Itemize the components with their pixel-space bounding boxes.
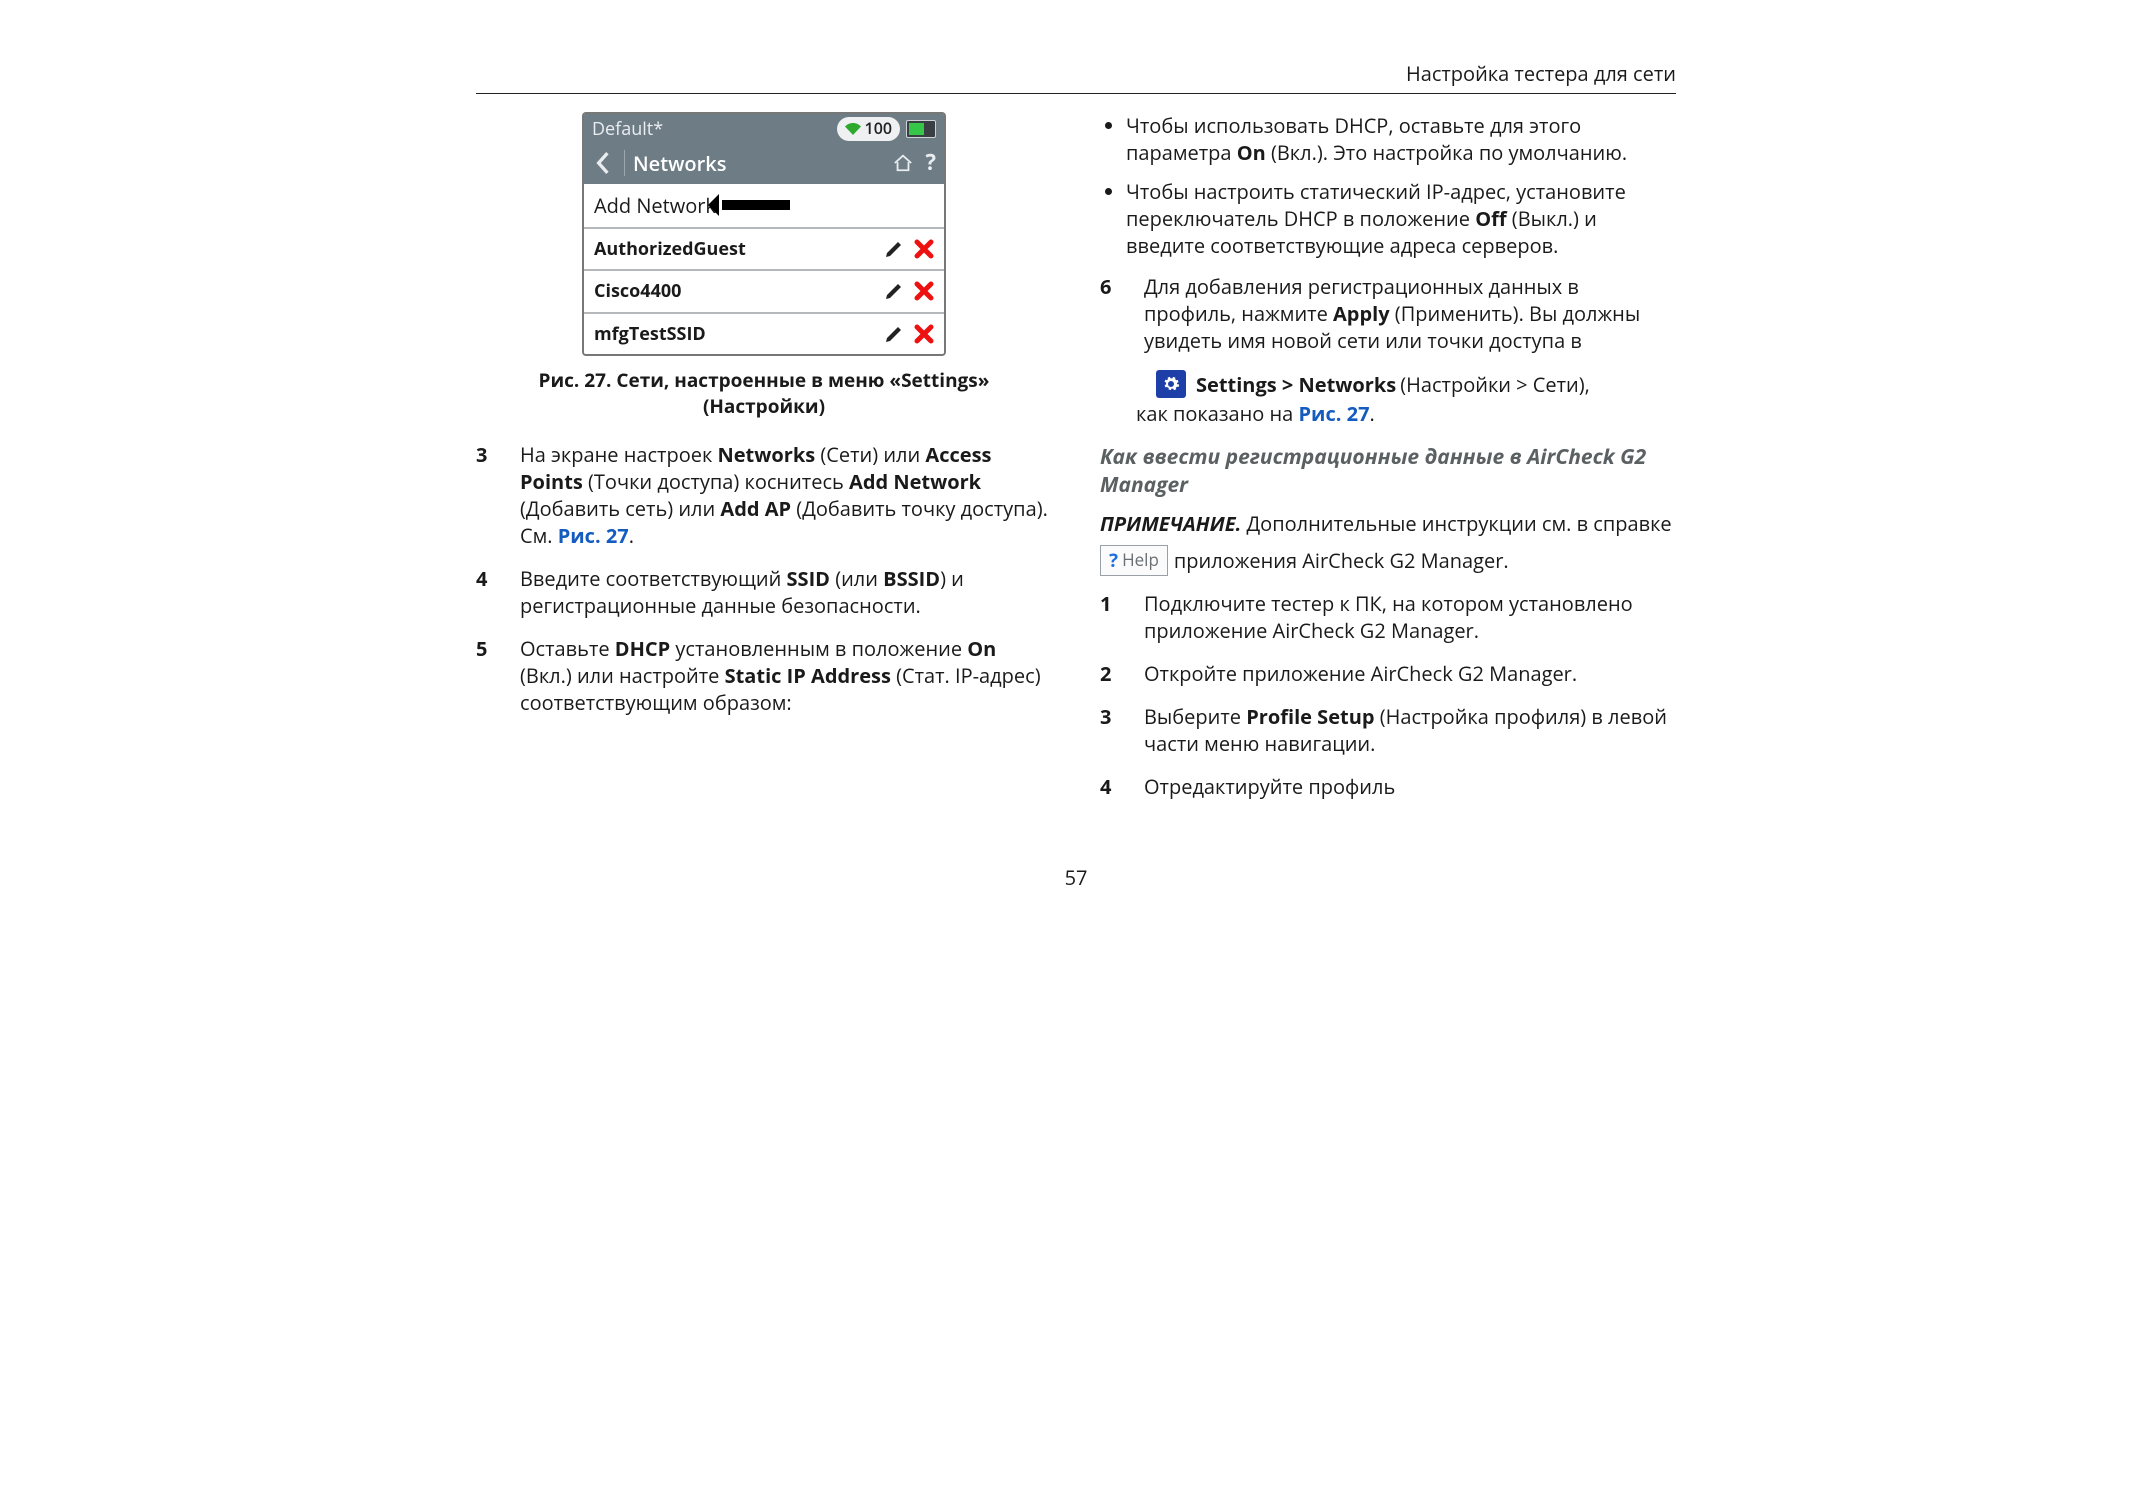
- gear-icon: [1156, 370, 1186, 398]
- step-number: 3: [1100, 703, 1144, 757]
- network-ssid: Cisco4400: [594, 279, 681, 303]
- add-network-label: Add Network: [594, 192, 716, 219]
- settings-path-tail: как показано на Рис. 27.: [1136, 400, 1676, 427]
- step-4: 4 Введите соответствующий SSID (или BSSI…: [476, 565, 1052, 619]
- delete-icon[interactable]: [914, 281, 934, 301]
- page-header: Настройка тестера для сети: [476, 60, 1676, 94]
- network-row[interactable]: mfgTestSSID: [584, 312, 944, 354]
- help-button-icon: ? Help: [1100, 545, 1168, 577]
- battery-icon: [906, 120, 936, 138]
- step-body: Подключите тестер к ПК, на котором устан…: [1144, 590, 1676, 644]
- step-number: 5: [476, 635, 520, 716]
- help-icon[interactable]: ?: [926, 148, 937, 178]
- step-body: Отредактируйте профиль: [1144, 773, 1676, 800]
- wifi-indicator: 100: [837, 117, 900, 141]
- pointer-arrow-icon: [722, 200, 790, 210]
- network-row[interactable]: AuthorizedGuest: [584, 227, 944, 269]
- settings-path: Settings > Networks (Настройки > Сети),: [1156, 370, 1676, 398]
- mgr-step-1: 1 Подключите тестер к ПК, на котором уст…: [1100, 590, 1676, 644]
- network-ssid: AuthorizedGuest: [594, 237, 746, 261]
- mgr-step-2: 2 Откройте приложение AirCheck G2 Manage…: [1100, 660, 1676, 687]
- dhcp-options-list: Чтобы использовать DHCP, оставьте для эт…: [1100, 112, 1676, 259]
- figure-ref-link[interactable]: Рис. 27: [1298, 400, 1369, 427]
- step-body: Выберите Profile Setup (Настройка профил…: [1144, 703, 1676, 757]
- mgr-step-4: 4 Отредактируйте профиль: [1100, 773, 1676, 800]
- list-item: Чтобы использовать DHCP, оставьте для эт…: [1126, 112, 1676, 166]
- list-item: Чтобы настроить статический IP-адрес, ус…: [1126, 178, 1676, 259]
- step-body: Откройте приложение AirCheck G2 Manager.: [1144, 660, 1676, 687]
- page-header-title: Настройка тестера для сети: [1406, 60, 1676, 87]
- step-6: 6 Для добавления регистрационных данных …: [1100, 273, 1676, 354]
- add-network-row[interactable]: Add Network: [584, 184, 944, 227]
- step-number: 1: [1100, 590, 1144, 644]
- edit-icon[interactable]: [884, 239, 904, 259]
- step-3: 3 На экране настроек Networks (Сети) или…: [476, 441, 1052, 549]
- home-icon[interactable]: [892, 153, 914, 173]
- step-body: Оставьте DHCP установленным в положение …: [520, 635, 1052, 716]
- edit-icon[interactable]: [884, 281, 904, 301]
- figure-ref-link[interactable]: Рис. 27: [558, 522, 629, 549]
- wifi-value: 100: [865, 118, 892, 140]
- device-statusbar: Default* 100: [584, 114, 944, 144]
- section-subheading: Как ввести регистрационные данные в AirC…: [1100, 443, 1676, 500]
- device-screenshot: Default* 100: [582, 112, 946, 356]
- edit-icon[interactable]: [884, 324, 904, 344]
- step-number: 2: [1100, 660, 1144, 687]
- network-row[interactable]: Cisco4400: [584, 269, 944, 311]
- step-body: Введите соответствующий SSID (или BSSID)…: [520, 565, 1052, 619]
- back-icon[interactable]: [586, 150, 620, 176]
- device-screen-title: Networks: [629, 150, 726, 177]
- delete-icon[interactable]: [914, 324, 934, 344]
- network-ssid: mfgTestSSID: [594, 322, 706, 346]
- help-label: Help: [1122, 549, 1159, 572]
- step-5: 5 Оставьте DHCP установленным в положени…: [476, 635, 1052, 716]
- device-navbar: Networks ?: [584, 144, 944, 184]
- note-line: ПРИМЕЧАНИЕ. Дополнительные инструкции см…: [1100, 510, 1676, 537]
- step-number: 6: [1100, 273, 1144, 354]
- step-body: На экране настроек Networks (Сети) или A…: [520, 441, 1052, 549]
- delete-icon[interactable]: [914, 239, 934, 259]
- question-icon: ?: [1109, 548, 1118, 574]
- figure-caption: Рис. 27. Сети, настроенные в меню «Setti…: [476, 368, 1052, 419]
- step-number: 4: [1100, 773, 1144, 800]
- device-profile-name: Default*: [592, 117, 663, 141]
- step-number: 4: [476, 565, 520, 619]
- page-number: 57: [476, 864, 1676, 891]
- help-line: ? Help приложения AirCheck G2 Manager.: [1100, 545, 1676, 577]
- settings-breadcrumb: Settings > Networks: [1196, 371, 1396, 398]
- step-number: 3: [476, 441, 520, 549]
- mgr-step-3: 3 Выберите Profile Setup (Настройка проф…: [1100, 703, 1676, 757]
- wifi-icon: [845, 123, 861, 135]
- step-body: Для добавления регистрационных данных в …: [1144, 273, 1676, 354]
- note-label: ПРИМЕЧАНИЕ.: [1100, 510, 1241, 537]
